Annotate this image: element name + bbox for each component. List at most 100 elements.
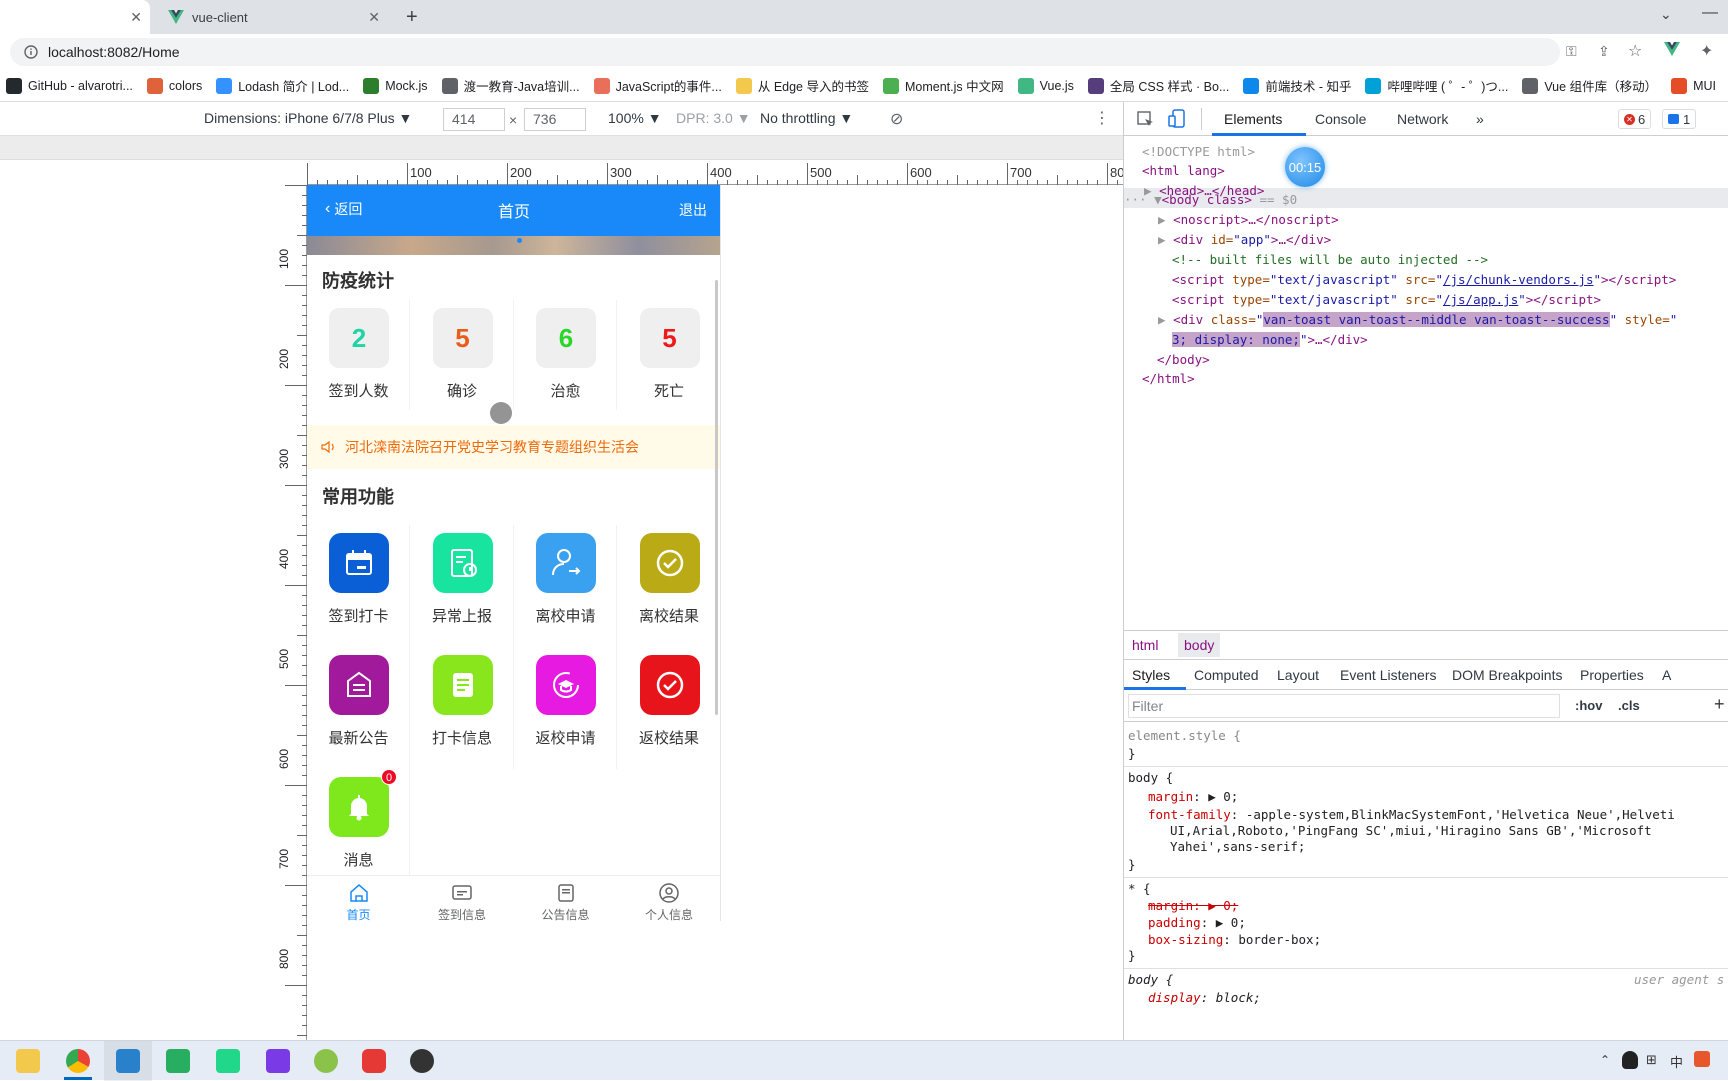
function-item[interactable]: 0 消息: [307, 769, 410, 891]
app-js-link[interactable]: /js/app.js: [1443, 292, 1518, 307]
inspect-element-icon[interactable]: [1137, 111, 1155, 129]
user-app-icon[interactable]: [410, 1049, 434, 1073]
share-icon[interactable]: ⇪: [1598, 43, 1610, 60]
box-sizing-declaration[interactable]: box-sizing: border-box;: [1148, 932, 1321, 947]
key-icon[interactable]: ⚿: [1566, 43, 1577, 60]
filter-input-box[interactable]: [1128, 694, 1560, 718]
tray-chevron-icon[interactable]: ⌃: [1600, 1053, 1610, 1067]
styles-subtab[interactable]: A: [1662, 667, 1671, 683]
stat-item[interactable]: 5 死亡: [618, 300, 720, 410]
zoom-select[interactable]: 100% ▼: [608, 110, 662, 126]
error-counter[interactable]: ✕ 6: [1618, 109, 1652, 129]
notice-bar[interactable]: 河北滦南法院召开党史学习教育专题组织生活会: [307, 425, 720, 469]
netease-music-icon[interactable]: [362, 1049, 386, 1073]
expand-arrow-icon[interactable]: ▶: [1158, 212, 1173, 227]
browser-tab-vue-client[interactable]: vue-client ✕: [158, 0, 388, 34]
div-app-node[interactable]: ▶ <div id="app">…</div>: [1158, 232, 1331, 247]
new-tab-icon[interactable]: +: [406, 6, 418, 29]
ua-body-selector[interactable]: body {: [1128, 972, 1173, 987]
margin-overridden-declaration[interactable]: margin: ▶ 0;: [1148, 898, 1238, 913]
script-app-node[interactable]: <script type="text/javascript" src="/js/…: [1172, 292, 1601, 307]
minimize-icon[interactable]: —: [1702, 4, 1718, 22]
toast-div-node[interactable]: ▶ <div class="van-toast van-toast--middl…: [1158, 312, 1677, 327]
device-dimensions-select[interactable]: Dimensions: iPhone 6/7/8 Plus ▼: [204, 110, 412, 126]
toast-div-node-cont[interactable]: 3; display: none;">…</div>: [1172, 332, 1368, 347]
rotate-icon[interactable]: ⊘: [890, 109, 903, 129]
bookmark-item[interactable]: 前端技术 - 知乎: [1243, 76, 1351, 95]
chinese-ime-icon[interactable]: 中: [1670, 1052, 1683, 1071]
dpr-select[interactable]: DPR: 3.0 ▼: [676, 110, 751, 126]
tabbar-item[interactable]: 签到信息: [411, 876, 514, 921]
qq-icon[interactable]: [1622, 1051, 1638, 1069]
tab-network[interactable]: Network: [1397, 111, 1448, 127]
comment-node[interactable]: <!-- built files will be auto injected -…: [1172, 252, 1488, 267]
swipe-indicator[interactable]: [517, 238, 522, 243]
function-item[interactable]: 离校申请: [514, 525, 617, 647]
styles-subtab[interactable]: Styles: [1132, 667, 1170, 683]
file-explorer-icon[interactable]: [16, 1049, 40, 1073]
styles-subtab[interactable]: Layout: [1277, 667, 1319, 683]
body-rule-selector[interactable]: body {: [1128, 770, 1173, 785]
pycharm-icon[interactable]: [216, 1049, 240, 1073]
chrome-icon[interactable]: [66, 1049, 90, 1073]
device-width-input[interactable]: 414: [443, 108, 505, 131]
bookmark-item[interactable]: 渡一教育-Java培训...: [441, 76, 580, 95]
font-family-declaration[interactable]: font-family: -apple-system,BlinkMacSyste…: [1148, 807, 1675, 822]
omnibox[interactable]: localhost:8082/Home: [10, 38, 1560, 66]
display-declaration[interactable]: display: block;: [1148, 990, 1261, 1005]
extensions-puzzle-icon[interactable]: ✦: [1700, 41, 1713, 61]
crumb-body[interactable]: body: [1178, 633, 1221, 657]
chunk-vendors-link[interactable]: /js/chunk-vendors.js: [1443, 272, 1594, 287]
doctype-node[interactable]: <!DOCTYPE html>: [1142, 144, 1255, 159]
info-icon[interactable]: [24, 45, 38, 59]
styles-subtab[interactable]: Event Listeners: [1340, 667, 1437, 683]
ime-icon[interactable]: ⊞: [1646, 1052, 1657, 1068]
browser-tab-previous[interactable]: ✕: [0, 0, 150, 34]
star-rule-selector[interactable]: * {: [1128, 881, 1151, 896]
body-node[interactable]: ··· ▼<body class> == $0: [1124, 192, 1297, 207]
bookmark-item[interactable]: 哔哩哔哩 ( ゜- ゜)つ...: [1365, 76, 1508, 95]
message-counter[interactable]: 1: [1662, 109, 1697, 129]
device-height-input[interactable]: 736: [524, 108, 586, 131]
stat-item[interactable]: 6 治愈: [514, 300, 617, 410]
bookmark-item[interactable]: Mock.js: [363, 77, 428, 94]
banner-swipe[interactable]: [307, 236, 720, 255]
tabbar-item[interactable]: 首页: [307, 876, 410, 921]
function-item[interactable]: 异常上报: [411, 525, 514, 647]
close-tab-icon[interactable]: ✕: [368, 9, 380, 26]
function-item[interactable]: 离校结果: [618, 525, 720, 647]
styles-subtab[interactable]: Properties: [1580, 667, 1644, 683]
margin-declaration[interactable]: margin: ▶ 0;: [1148, 789, 1238, 804]
bookmark-item[interactable]: Vue 组件库（移动）: [1522, 76, 1657, 95]
function-item[interactable]: 返校申请: [514, 647, 617, 769]
body-close-node[interactable]: </body>: [1157, 352, 1210, 367]
styles-subtab[interactable]: Computed: [1194, 667, 1259, 683]
app-icon[interactable]: [314, 1049, 338, 1073]
bookmark-item[interactable]: colors: [146, 77, 202, 94]
function-item[interactable]: 返校结果: [618, 647, 720, 769]
bookmark-item[interactable]: Lodash 简介 | Lod...: [216, 76, 349, 95]
tab-elements[interactable]: Elements: [1224, 111, 1282, 127]
bookmark-item[interactable]: GitHub - alvarotri...: [6, 77, 133, 94]
stat-item[interactable]: 2 签到人数: [307, 300, 410, 410]
device-toggle-icon[interactable]: [1168, 109, 1186, 129]
throttling-select[interactable]: No throttling ▼: [760, 110, 853, 126]
bookmark-item[interactable]: 全局 CSS 样式 · Bo...: [1087, 76, 1229, 95]
hbuilder-icon[interactable]: [166, 1049, 190, 1073]
html-node[interactable]: <html lang>: [1142, 163, 1225, 178]
noscript-node[interactable]: ▶ <noscript>…</noscript>: [1158, 212, 1339, 227]
recording-timer[interactable]: 00:15: [1285, 147, 1325, 187]
bookmark-item[interactable]: JavaScript的事件...: [593, 76, 722, 95]
tabbar-item[interactable]: 个人信息: [618, 876, 721, 921]
function-item[interactable]: 最新公告: [307, 647, 410, 769]
expand-arrow-icon[interactable]: ▶: [1158, 232, 1173, 247]
function-item[interactable]: 打卡信息: [411, 647, 514, 769]
expand-arrow-icon[interactable]: ▶: [1158, 312, 1173, 327]
tab-console[interactable]: Console: [1315, 111, 1366, 127]
padding-declaration[interactable]: padding: ▶ 0;: [1148, 915, 1246, 930]
logout-button[interactable]: 退出: [679, 200, 707, 220]
scrollbar[interactable]: [715, 280, 718, 715]
tab-search-icon[interactable]: ⌄: [1660, 6, 1672, 23]
html-close-node[interactable]: </html>: [1142, 371, 1195, 386]
new-rule-icon[interactable]: +: [1714, 694, 1725, 715]
